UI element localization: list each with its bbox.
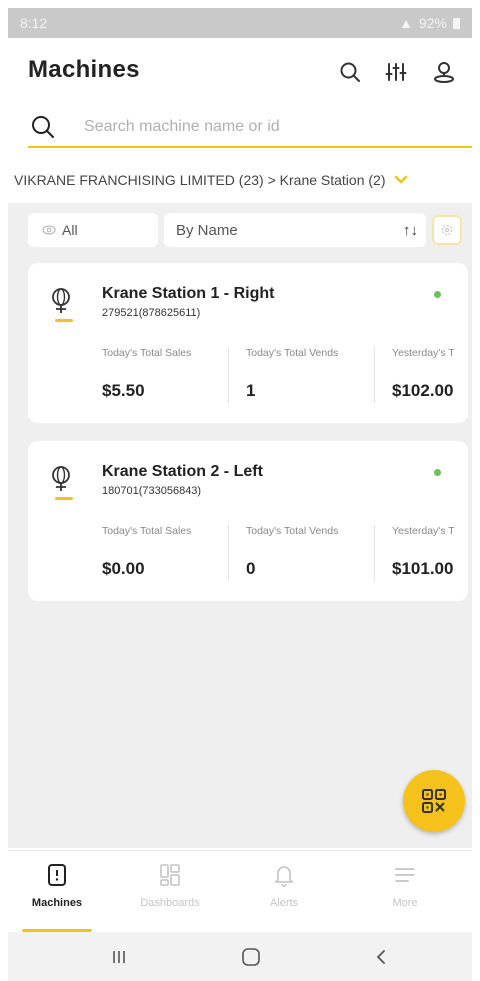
metric-label: Today's Total Sales bbox=[102, 347, 192, 359]
nav-label: Alerts bbox=[269, 897, 299, 909]
signal-icon: ▲ bbox=[399, 15, 413, 31]
nav-alerts[interactable]: Alerts bbox=[239, 863, 329, 923]
machine-card[interactable]: Krane Station 1 - Right 279521(878625611… bbox=[28, 263, 468, 423]
status-bar: 8:12 ▲ 92% bbox=[8, 8, 472, 38]
machine-list-area: All By Name ↑↓ Krane Station 1 - Right 2… bbox=[8, 203, 472, 848]
sort-direction-icon[interactable]: ↑↓ bbox=[403, 213, 418, 247]
app-header: Machines bbox=[0, 38, 480, 108]
settings-gear-icon[interactable] bbox=[432, 215, 462, 245]
filter-sliders-icon[interactable] bbox=[382, 58, 410, 86]
machine-id: 279521(878625611) bbox=[102, 307, 201, 319]
battery-icon bbox=[453, 17, 460, 29]
nav-label: More bbox=[392, 897, 418, 909]
page-title: Machines bbox=[28, 56, 140, 83]
metric-divider bbox=[228, 347, 229, 403]
metric-value: 1 bbox=[246, 381, 256, 400]
dashboard-icon bbox=[160, 864, 180, 886]
metric-label: Yesterday's T bbox=[392, 525, 455, 537]
status-online-indicator bbox=[434, 291, 441, 298]
filter-row: All By Name ↑↓ bbox=[28, 213, 466, 247]
metric-label: Today's Total Vends bbox=[246, 525, 339, 537]
filter-all-label: All bbox=[62, 222, 78, 238]
metric-value: 0 bbox=[246, 559, 256, 578]
search-field-icon bbox=[32, 116, 54, 138]
breadcrumb[interactable]: VIKRANE FRANCHISING LIMITED (23) > Krane… bbox=[0, 160, 480, 200]
machine-id: 180701(733056843) bbox=[102, 485, 202, 497]
search-input[interactable] bbox=[84, 118, 444, 136]
chevron-down-icon[interactable] bbox=[394, 172, 408, 188]
metric-label: Yesterday's T bbox=[392, 347, 455, 359]
eye-icon bbox=[42, 225, 56, 235]
nav-label: Dashboards bbox=[140, 897, 200, 909]
machine-name: Krane Station 1 - Right bbox=[102, 285, 275, 302]
metric-label: Today's Total Vends bbox=[246, 347, 339, 359]
metric-label: Today's Total Sales bbox=[102, 525, 192, 537]
search-bar bbox=[28, 108, 472, 148]
location-pin-icon[interactable] bbox=[430, 58, 458, 86]
status-icons: ▲ 92% bbox=[399, 15, 460, 31]
qr-scan-button[interactable] bbox=[403, 770, 465, 832]
system-navigation-bar bbox=[8, 932, 472, 981]
qr-code-icon bbox=[422, 789, 446, 813]
search-icon[interactable] bbox=[336, 58, 364, 86]
metric-divider bbox=[228, 525, 229, 581]
status-online-indicator bbox=[434, 469, 441, 476]
nav-more[interactable]: More bbox=[360, 863, 450, 923]
machine-icon bbox=[48, 864, 66, 886]
metric-today-vends: Today's Total Vends 0 bbox=[246, 525, 338, 589]
metric-yesterday-total: Yesterday's T $101.00 bbox=[392, 525, 455, 589]
metric-today-vends: Today's Total Vends 1 bbox=[246, 347, 338, 411]
sort-label: By Name bbox=[176, 221, 238, 239]
bottom-navigation: Machines Dashboards Alerts More bbox=[8, 850, 472, 932]
bell-icon bbox=[274, 866, 294, 887]
machine-icon-underline bbox=[55, 497, 73, 500]
nav-dashboards[interactable]: Dashboards bbox=[125, 863, 215, 923]
metric-today-sales: Today's Total Sales $0.00 bbox=[102, 525, 191, 589]
status-time: 8:12 bbox=[20, 15, 48, 31]
machine-icon-underline bbox=[55, 319, 73, 322]
metric-divider bbox=[374, 525, 375, 581]
machine-card[interactable]: Krane Station 2 - Left 180701(733056843)… bbox=[28, 441, 468, 601]
sort-select[interactable]: By Name ↑↓ bbox=[164, 213, 426, 247]
filter-all-button[interactable]: All bbox=[28, 213, 158, 247]
metric-yesterday-total: Yesterday's T $102.00 bbox=[392, 347, 455, 411]
vending-machine-icon bbox=[52, 466, 70, 491]
nav-machines[interactable]: Machines bbox=[12, 863, 102, 923]
breadcrumb-text: VIKRANE FRANCHISING LIMITED (23) > Krane… bbox=[14, 172, 386, 188]
vending-machine-icon bbox=[52, 288, 70, 313]
machine-name: Krane Station 2 - Left bbox=[102, 463, 263, 480]
home-icon[interactable] bbox=[236, 944, 266, 970]
menu-icon bbox=[395, 868, 415, 882]
battery-percent: 92% bbox=[418, 15, 447, 31]
metric-divider bbox=[374, 347, 375, 403]
metric-today-sales: Today's Total Sales $5.50 bbox=[102, 347, 191, 411]
metric-value: $5.50 bbox=[102, 381, 145, 400]
metric-value: $102.00 bbox=[392, 381, 454, 400]
back-icon[interactable] bbox=[366, 944, 396, 970]
recent-apps-icon[interactable] bbox=[104, 944, 134, 970]
metric-value: $101.00 bbox=[392, 559, 454, 578]
metric-value: $0.00 bbox=[102, 559, 145, 578]
nav-label: Machines bbox=[31, 897, 83, 909]
